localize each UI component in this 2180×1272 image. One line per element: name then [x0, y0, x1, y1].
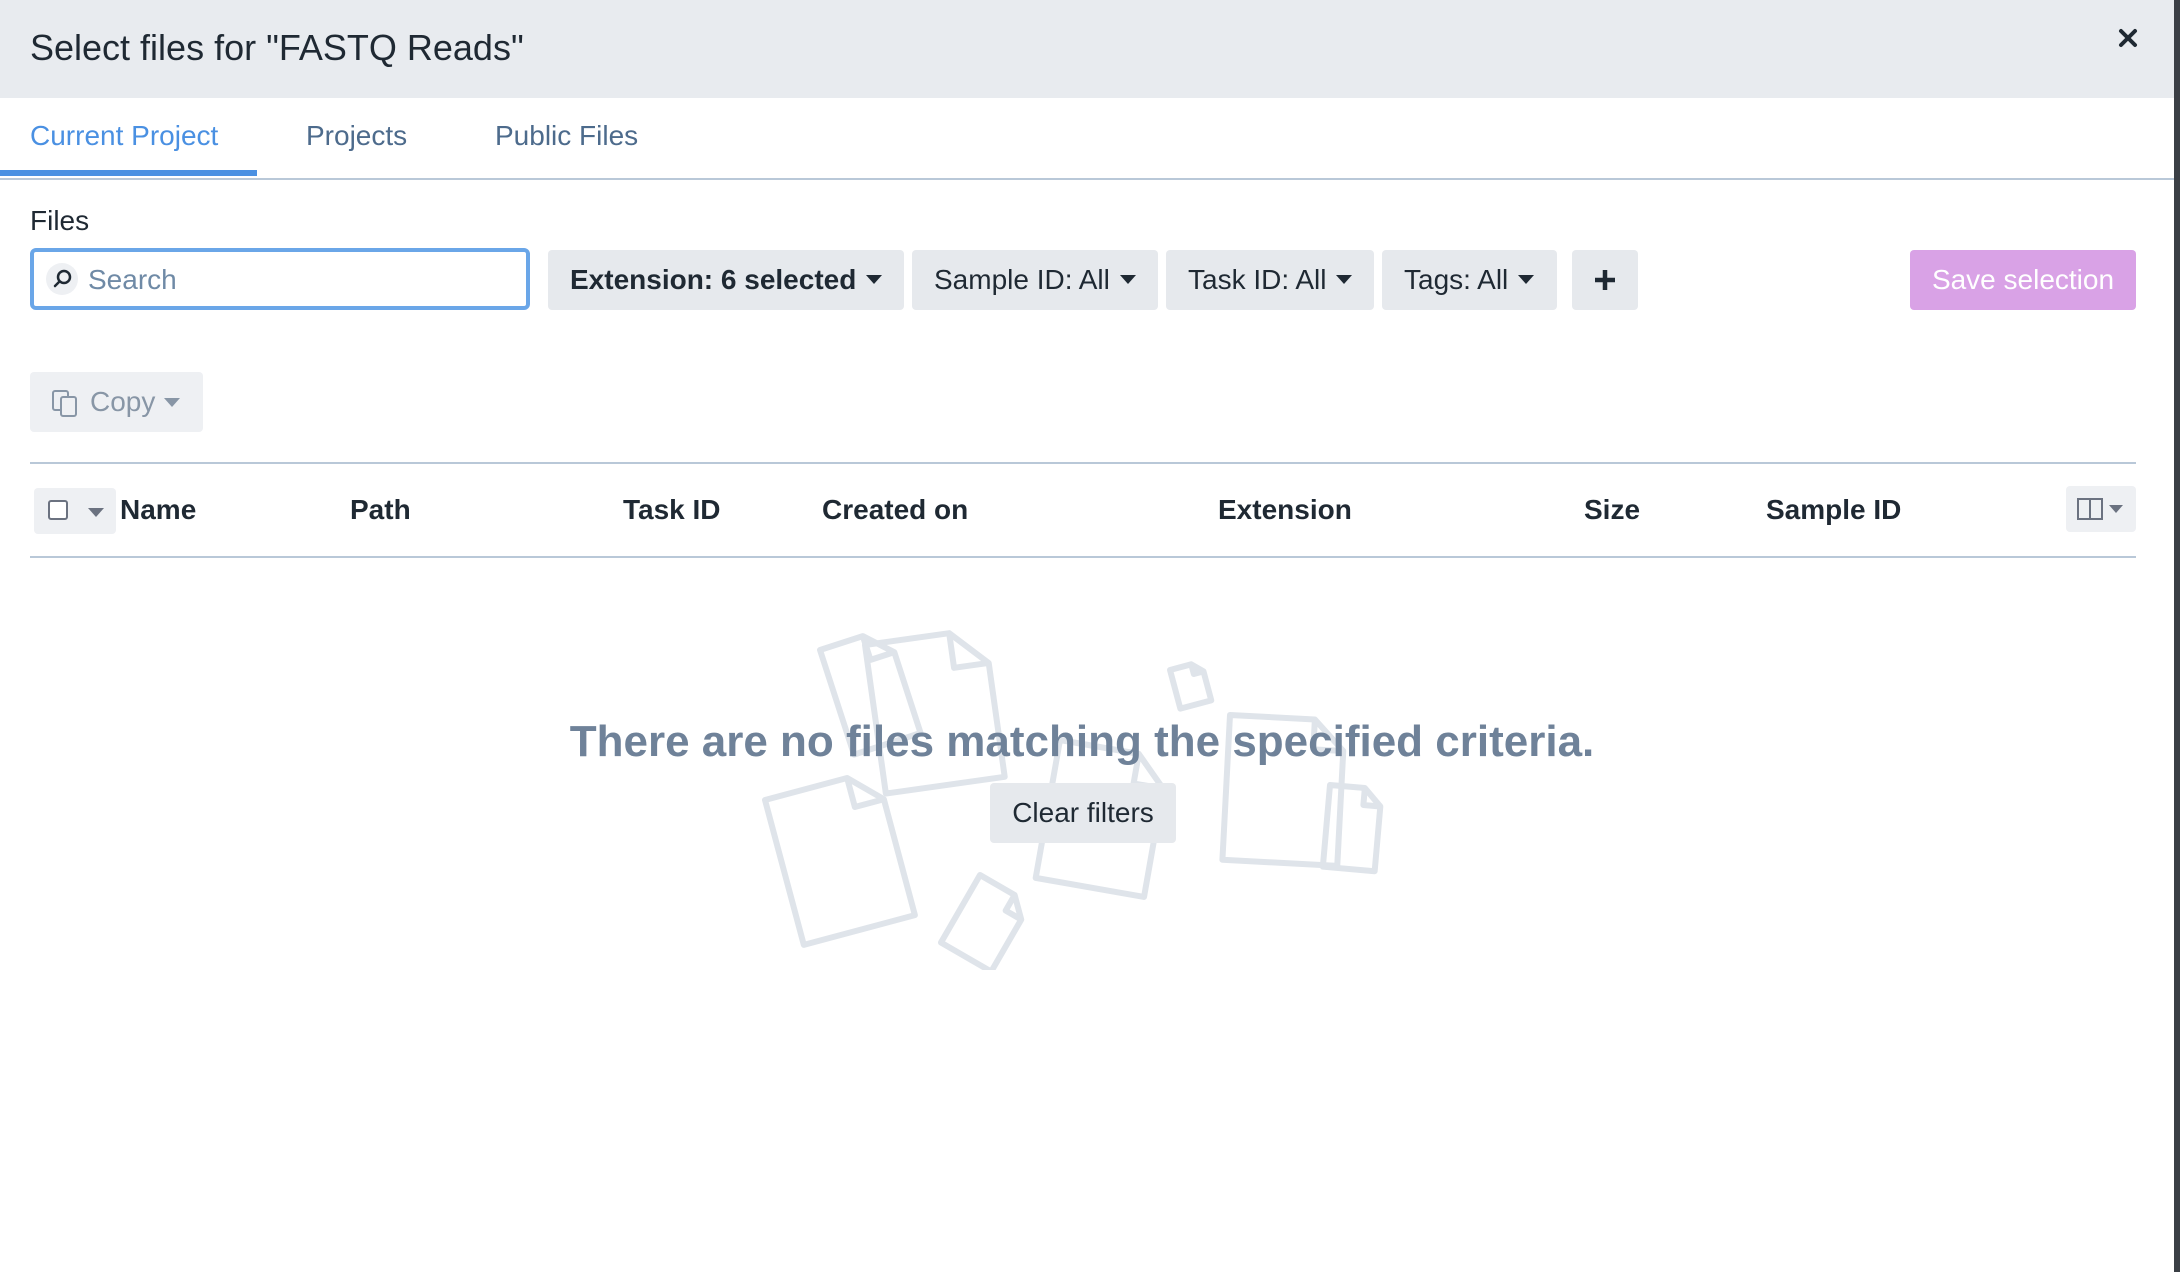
search-input[interactable] — [86, 258, 510, 302]
sample-id-filter-label: Sample ID: All — [934, 264, 1110, 295]
close-icon — [2119, 29, 2137, 47]
chevron-down-icon — [1336, 275, 1353, 285]
column-header-extension[interactable]: Extension — [1218, 492, 1352, 528]
columns-icon — [2077, 498, 2123, 520]
sample-id-filter-dropdown[interactable]: Sample ID: All — [912, 250, 1158, 310]
task-id-filter-dropdown[interactable]: Task ID: All — [1166, 250, 1374, 310]
save-selection-button[interactable]: Save selection — [1910, 250, 2136, 310]
search-field[interactable] — [30, 248, 530, 310]
copy-icon — [52, 390, 77, 417]
clear-filters-button[interactable]: Clear filters — [990, 783, 1176, 843]
column-header-path[interactable]: Path — [350, 492, 411, 528]
select-all-control[interactable] — [34, 488, 116, 534]
select-all-checkbox[interactable] — [48, 500, 68, 520]
column-header-size[interactable]: Size — [1584, 492, 1640, 528]
modal-header: Select files for "FASTQ Reads" — [0, 0, 2174, 98]
tab-public-files[interactable]: Public Files — [495, 118, 638, 154]
active-tab-indicator — [0, 170, 257, 176]
close-button[interactable] — [2110, 20, 2146, 56]
column-visibility-toggle[interactable] — [2066, 486, 2136, 532]
select-files-modal: Select files for "FASTQ Reads" Current P… — [0, 0, 2174, 1272]
column-header-sample-id[interactable]: Sample ID — [1766, 492, 1901, 528]
tags-filter-dropdown[interactable]: Tags: All — [1382, 250, 1557, 310]
copy-label: Copy — [90, 386, 156, 417]
background-page-edge — [2174, 0, 2180, 1272]
modal-title: Select files for "FASTQ Reads" — [30, 27, 524, 68]
search-icon — [46, 263, 78, 295]
copy-dropdown-button[interactable]: Copy — [30, 372, 203, 432]
chevron-down-icon[interactable] — [88, 508, 104, 517]
column-header-task-id[interactable]: Task ID — [623, 492, 721, 528]
column-header-name[interactable]: Name — [120, 492, 196, 528]
chevron-down-icon — [164, 398, 180, 407]
tags-filter-label: Tags: All — [1404, 264, 1509, 295]
chevron-down-icon — [1119, 275, 1136, 285]
column-header-created-on[interactable]: Created on — [822, 492, 968, 528]
tab-current-project[interactable]: Current Project — [30, 118, 218, 154]
chevron-down-icon — [1518, 275, 1535, 285]
extension-filter-label: Extension: 6 selected — [570, 264, 857, 295]
empty-state-message: There are no files matching the specifie… — [569, 717, 1595, 766]
files-section-label: Files — [30, 205, 90, 236]
table-header: Name Path Task ID Created on Extension S… — [30, 462, 2136, 558]
chevron-down-icon — [866, 275, 883, 285]
add-filter-button[interactable] — [1572, 250, 1638, 310]
task-id-filter-label: Task ID: All — [1188, 264, 1327, 295]
tab-projects[interactable]: Projects — [306, 118, 407, 154]
extension-filter-dropdown[interactable]: Extension: 6 selected — [548, 250, 904, 310]
plus-icon — [1595, 270, 1615, 290]
tab-bar: Current Project Projects Public Files — [0, 98, 2174, 180]
